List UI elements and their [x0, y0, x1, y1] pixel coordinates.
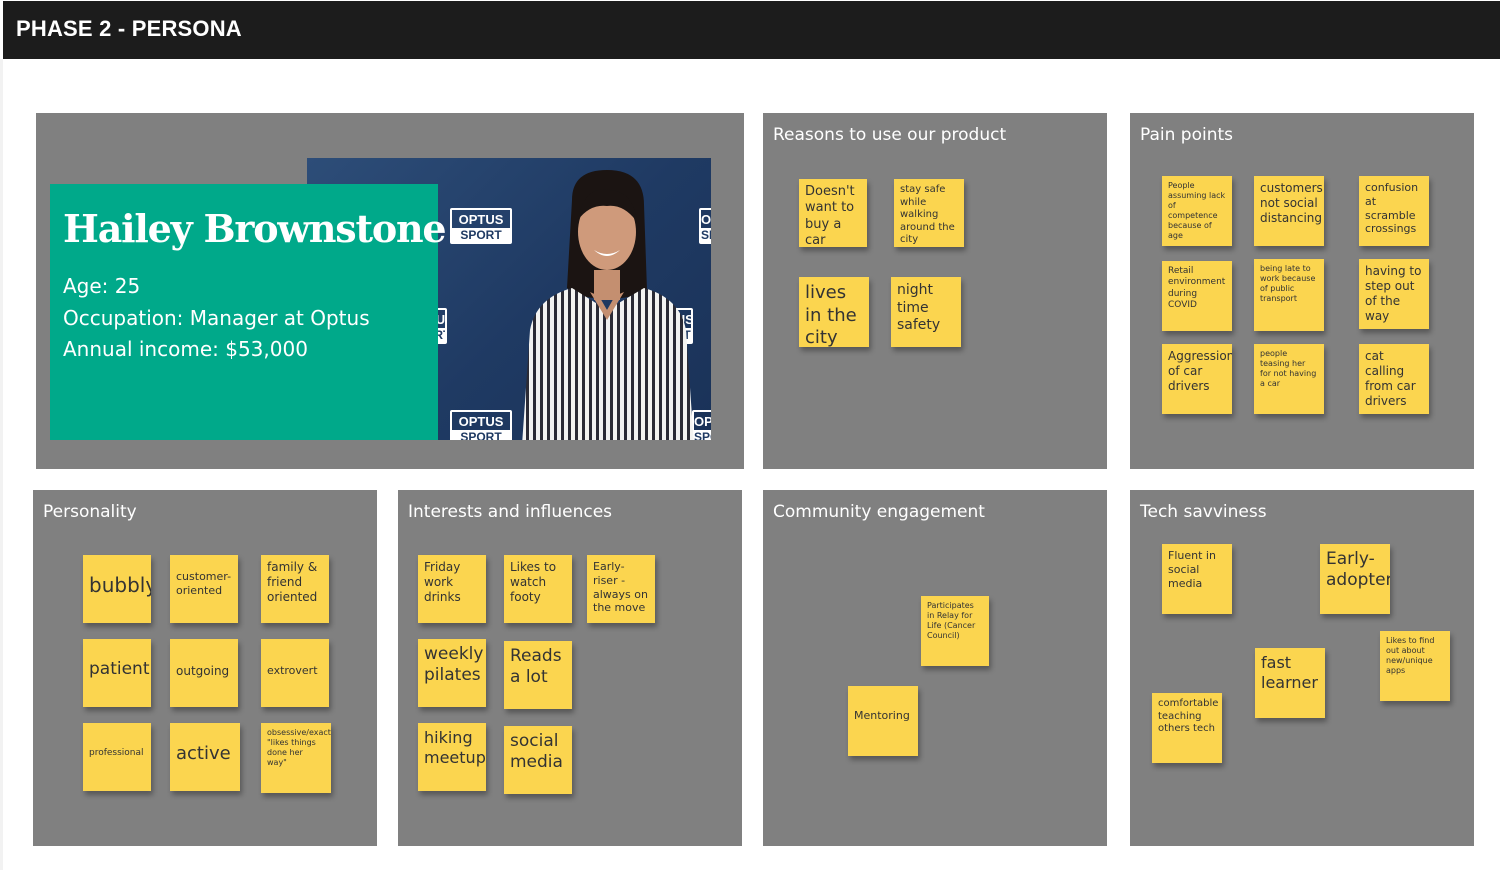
- sticky-note[interactable]: patient: [83, 639, 151, 707]
- sticky-note[interactable]: having to step out of the way: [1359, 259, 1429, 329]
- panel-title: Pain points: [1140, 125, 1234, 145]
- panel-title: Reasons to use our product: [773, 125, 1007, 145]
- sticky-note[interactable]: Participates in Relay for Life (Cancer C…: [921, 596, 989, 666]
- sticky-note[interactable]: People assuming lack of competence becau…: [1162, 176, 1232, 246]
- board-left-edge: [0, 59, 3, 870]
- sticky-note[interactable]: confusion at scramble crossings: [1359, 176, 1429, 246]
- sticky-note[interactable]: active: [170, 723, 240, 791]
- panel-title: Community engagement: [773, 502, 985, 522]
- interests-panel[interactable]: Interests and influences Friday work dri…: [398, 490, 742, 846]
- sticky-note[interactable]: customers not social distancing: [1254, 176, 1324, 246]
- sticky-note[interactable]: weekly pilates: [418, 639, 486, 707]
- optus-logo-tile: OPTUSSPORT: [450, 410, 512, 440]
- sticky-note[interactable]: fast learner: [1255, 648, 1325, 718]
- panel-title: Interests and influences: [408, 502, 613, 522]
- pain-points-panel[interactable]: Pain points People assuming lack of comp…: [1130, 113, 1474, 469]
- reasons-panel[interactable]: Reasons to use our product Doesn't want …: [763, 113, 1107, 469]
- sticky-note[interactable]: people teasing her for not having a car: [1254, 344, 1324, 414]
- sticky-note[interactable]: Early-riser - always on the move: [587, 555, 655, 623]
- community-panel[interactable]: Community engagement Participates in Rel…: [763, 490, 1107, 846]
- sticky-note[interactable]: bubbly: [83, 555, 151, 623]
- sticky-note[interactable]: customer-oriented: [170, 555, 238, 623]
- persona-name: Hailey Brownstone: [63, 206, 447, 251]
- persona-income: Annual income: $53,000: [63, 337, 308, 361]
- sticky-note[interactable]: lives in the city: [799, 277, 869, 347]
- sticky-note[interactable]: Aggression of car drivers: [1162, 344, 1232, 414]
- sticky-note[interactable]: stay safe while walking around the city: [894, 179, 964, 247]
- sticky-note[interactable]: comfortable teaching others tech: [1152, 693, 1222, 763]
- personality-panel[interactable]: Personality bubbly customer-oriented fam…: [33, 490, 377, 846]
- sticky-note[interactable]: night time safety: [891, 277, 961, 347]
- persona-occupation: Occupation: Manager at Optus: [63, 306, 370, 330]
- sticky-note[interactable]: outgoing: [170, 639, 238, 707]
- sticky-note[interactable]: Early-adopter: [1320, 544, 1390, 614]
- sticky-note[interactable]: family & friend oriented: [261, 555, 329, 623]
- sticky-note[interactable]: Retail environment during COVID: [1162, 261, 1232, 331]
- panel-title: Personality: [43, 502, 137, 522]
- sticky-note[interactable]: obsessive/exacting/controlling "likes th…: [261, 723, 331, 793]
- sticky-note[interactable]: being late to work because of public tra…: [1254, 259, 1324, 331]
- tech-panel[interactable]: Tech savviness Fluent in social media Ea…: [1130, 490, 1474, 846]
- top-bar: PHASE 2 - PERSONA: [3, 1, 1500, 59]
- sticky-note[interactable]: Reads a lot: [504, 641, 572, 709]
- sticky-note[interactable]: Friday work drinks: [418, 555, 486, 623]
- board-title: PHASE 2 - PERSONA: [16, 16, 242, 41]
- sticky-note[interactable]: Likes to find out about new/unique apps: [1380, 631, 1450, 701]
- panel-title: Tech savviness: [1140, 502, 1267, 522]
- sticky-note[interactable]: cat calling from car drivers: [1359, 344, 1429, 414]
- sticky-note[interactable]: Mentoring: [848, 686, 918, 756]
- sticky-note[interactable]: Doesn't want to buy a car: [799, 179, 867, 247]
- sticky-note[interactable]: hiking meetup: [418, 723, 486, 791]
- optus-logo-tile: OPTUSSPORT: [450, 208, 512, 244]
- sticky-note[interactable]: extrovert: [261, 639, 329, 707]
- persona-age: Age: 25: [63, 274, 141, 298]
- sticky-note[interactable]: Fluent in social media: [1162, 544, 1232, 614]
- sticky-note[interactable]: Likes to watch footy: [504, 555, 572, 623]
- portrait-photo-icon: [522, 170, 694, 440]
- sticky-note[interactable]: social media: [504, 726, 572, 794]
- sticky-note[interactable]: professional: [83, 723, 151, 791]
- persona-card[interactable]: Hailey Brownstone Age: 25 Occupation: Ma…: [50, 184, 447, 440]
